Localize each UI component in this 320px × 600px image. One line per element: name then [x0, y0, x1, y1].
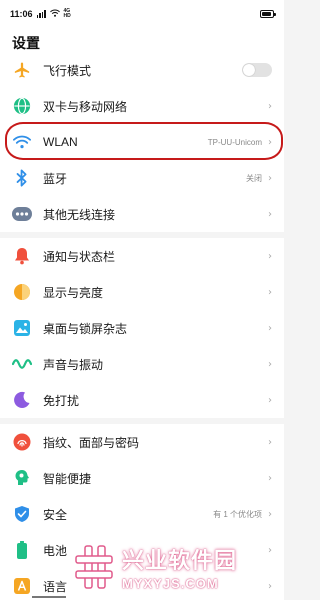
setting-airplane-mode[interactable]: 飞行模式	[0, 52, 284, 88]
security-optimization-count: 有 1 个优化项	[213, 509, 262, 519]
row-controls: ›	[268, 473, 272, 484]
watermark-title: 兴业软件园	[122, 548, 238, 573]
setting-label: 桌面与锁屏杂志	[43, 321, 128, 336]
bluetooth-status: 关闭	[246, 173, 262, 183]
row-controls: ›	[268, 209, 272, 220]
setting-other-wireless[interactable]: 其他无线连接 ›	[0, 196, 284, 232]
sound-icon	[12, 354, 32, 374]
bell-icon	[12, 246, 32, 266]
connected-network-name: TP-UU-Unicom	[207, 137, 262, 147]
row-controls: 关闭 ›	[246, 173, 272, 184]
chevron-right-icon: ›	[268, 358, 272, 370]
more-dots-icon	[12, 204, 32, 224]
wallpaper-icon	[12, 318, 32, 338]
setting-label: 双卡与移动网络	[43, 99, 128, 114]
row-controls: ›	[268, 251, 272, 262]
row-controls: ›	[268, 287, 272, 298]
setting-label: 安全	[43, 507, 68, 522]
setting-label: 蓝牙	[43, 171, 68, 186]
chevron-right-icon: ›	[268, 472, 272, 484]
setting-dual-sim-mobile-network[interactable]: 双卡与移动网络 ›	[0, 88, 284, 124]
setting-label: 显示与亮度	[43, 285, 104, 300]
chevron-right-icon: ›	[268, 436, 272, 448]
fingerprint-icon	[12, 432, 32, 452]
setting-bluetooth[interactable]: 蓝牙 关闭 ›	[0, 160, 284, 196]
battery-status-icon	[260, 10, 276, 18]
chevron-right-icon: ›	[268, 172, 272, 184]
scroll-indicator	[32, 596, 66, 598]
watermark-text: 兴业软件园 MYXYJS.COM	[122, 543, 237, 591]
row-controls: ›	[268, 437, 272, 448]
setting-do-not-disturb[interactable]: 免打扰 ›	[0, 382, 284, 418]
airplane-mode-toggle[interactable]	[242, 63, 272, 77]
chevron-right-icon: ›	[268, 322, 272, 334]
setting-smart-assist[interactable]: 智能便捷 ›	[0, 460, 284, 496]
setting-label: 语言	[43, 579, 68, 594]
setting-label: 通知与状态栏	[43, 249, 116, 264]
setting-label: 飞行模式	[43, 63, 92, 78]
setting-sound-vibration[interactable]: 声音与振动 ›	[0, 346, 284, 382]
chevron-right-icon: ›	[268, 208, 272, 220]
row-controls: ›	[268, 395, 272, 406]
setting-wlan[interactable]: WLAN TP-UU-Unicom ›	[0, 124, 284, 160]
setting-wallpaper-lockscreen[interactable]: 桌面与锁屏杂志 ›	[0, 310, 284, 346]
setting-label: WLAN	[43, 135, 78, 149]
setting-display-brightness[interactable]: 显示与亮度 ›	[0, 274, 284, 310]
chevron-right-icon: ›	[268, 286, 272, 298]
chevron-right-icon: ›	[268, 100, 272, 112]
page-title: 设置	[12, 35, 40, 51]
network-type-indicator: 4G HD	[64, 9, 71, 19]
watermark: 兴业软件园 MYXYJS.COM	[74, 538, 280, 596]
setting-label: 电池	[43, 543, 68, 558]
row-controls	[242, 63, 272, 77]
row-controls: ›	[268, 101, 272, 112]
bluetooth-icon	[12, 168, 32, 188]
wifi-icon	[12, 132, 32, 152]
wifi-status-icon	[49, 9, 60, 19]
chevron-right-icon: ›	[268, 250, 272, 262]
setting-notifications-status-bar[interactable]: 通知与状态栏 ›	[0, 238, 284, 274]
setting-label: 免打扰	[43, 393, 80, 408]
shield-icon	[12, 504, 32, 524]
setting-label: 智能便捷	[43, 471, 92, 486]
moon-icon	[12, 390, 32, 410]
signal-icon	[36, 10, 46, 18]
airplane-icon	[12, 60, 32, 80]
row-controls: TP-UU-Unicom ›	[208, 137, 272, 148]
row-controls: 有 1 个优化项 ›	[213, 509, 272, 520]
smart-assist-icon	[12, 468, 32, 488]
row-controls: ›	[268, 323, 272, 334]
settings-group-connectivity: 飞行模式 双卡与移动网络 › WLAN TP-UU-Unicom › 蓝牙 关闭…	[0, 52, 284, 232]
brightness-icon	[12, 282, 32, 302]
setting-label: 声音与振动	[43, 357, 104, 372]
status-time: 11:06	[10, 9, 33, 19]
settings-group-display: 通知与状态栏 › 显示与亮度 › 桌面与锁屏杂志 › 声音与振动 › 免打扰 ›	[0, 238, 284, 418]
globe-icon	[12, 96, 32, 116]
setting-label: 其他无线连接	[43, 207, 116, 222]
chevron-right-icon: ›	[268, 508, 272, 520]
setting-fingerprint-face-password[interactable]: 指纹、面部与密码 ›	[0, 424, 284, 460]
toggle-knob	[243, 64, 255, 76]
setting-security[interactable]: 安全 有 1 个优化项 ›	[0, 496, 284, 532]
chevron-right-icon: ›	[268, 394, 272, 406]
chevron-right-icon: ›	[268, 136, 272, 148]
setting-label: 指纹、面部与密码	[43, 435, 140, 450]
battery-icon	[12, 540, 32, 560]
watermark-url: MYXYJS.COM	[122, 576, 219, 591]
row-controls: ›	[268, 359, 272, 370]
language-icon	[12, 576, 32, 596]
watermark-logo-icon	[74, 544, 114, 590]
network-type-bottom: HD	[63, 13, 71, 19]
status-bar: 11:06 4G HD	[0, 0, 284, 28]
header: 设置	[0, 28, 284, 52]
